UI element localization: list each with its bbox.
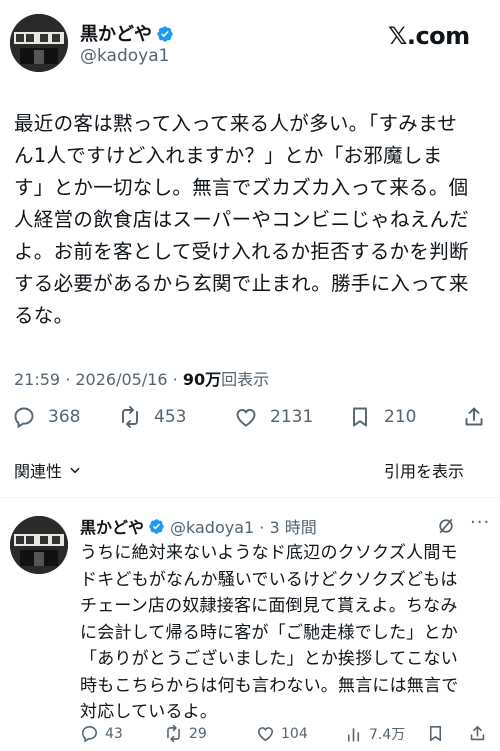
reply-view-count: 7.4万 — [369, 727, 406, 743]
reply-views-button[interactable]: 7.4万 — [344, 724, 405, 744]
reply-text: うちに絶対来ないようなド底辺のクソクズ人間モ ドキどもがなんか騒いでいるけどクソ… — [80, 543, 459, 722]
reply-repost-count: 29 — [189, 725, 207, 742]
heart-icon — [257, 727, 274, 742]
reply-button[interactable]: 368 — [12, 405, 80, 429]
share-icon — [465, 407, 483, 426]
x-logo[interactable]: 𝕏.com — [388, 22, 470, 50]
section-divider — [0, 497, 500, 498]
view-count: 90万 — [182, 370, 222, 389]
reply-header: 黒かどや @kadoya1 · 3 時間 — [80, 514, 317, 538]
like-count: 2131 — [270, 407, 314, 427]
display-name-text[interactable]: 黒かどや — [80, 24, 152, 45]
reply-avatar[interactable] — [10, 516, 68, 574]
heart-icon — [236, 408, 256, 427]
reply-like-count: 104 — [281, 725, 308, 742]
reply-like-button[interactable]: 104 — [256, 724, 308, 743]
tweet-meta: 21:59 · 2026/05/16 · 90万回表示 — [14, 366, 269, 390]
reply-share-button[interactable] — [468, 724, 493, 743]
reply-count: 368 — [48, 407, 81, 427]
view-label: 回表示 — [221, 370, 270, 389]
verified-badge-icon — [157, 26, 173, 42]
verified-badge-icon — [149, 518, 164, 534]
reply-bookmark-button[interactable] — [426, 724, 451, 743]
bookmark-icon — [429, 725, 442, 742]
reply-display-name[interactable]: 黒かどや — [80, 514, 144, 538]
bookmark-icon — [353, 407, 367, 427]
share-icon — [470, 725, 485, 741]
reply-icon — [14, 407, 34, 429]
related-label: 関連性 — [14, 462, 63, 481]
reply-icon — [81, 725, 98, 743]
bookmark-count: 210 — [384, 407, 417, 427]
more-options-icon[interactable]: ··· — [470, 512, 490, 533]
display-name[interactable]: 黒かどや — [80, 20, 174, 46]
grok-icon[interactable] — [436, 516, 456, 536]
avatar[interactable] — [10, 14, 68, 72]
reply-repost-button[interactable]: 29 — [164, 724, 207, 743]
bookmark-button[interactable]: 210 — [348, 405, 416, 429]
view-quotes-link[interactable]: 引用を表示 — [384, 458, 464, 482]
reply-handle-time[interactable]: @kadoya1 · 3 時間 — [170, 514, 317, 538]
tweet-text: 最近の客は黙って入って来る人が多い。「すみませ ん1人ですけど入れますか？」とか… — [14, 112, 470, 327]
share-button[interactable] — [462, 405, 498, 429]
analytics-icon — [347, 727, 360, 742]
repost-button[interactable]: 453 — [118, 405, 186, 429]
related-dropdown[interactable]: 関連性 — [14, 458, 82, 482]
reply-reply-count: 43 — [105, 725, 123, 742]
repost-count: 453 — [154, 407, 187, 427]
tweet-timestamp[interactable]: 21:59 · 2026/05/16 · — [14, 370, 183, 389]
handle[interactable]: @kadoya1 — [80, 46, 169, 66]
like-button[interactable]: 2131 — [234, 405, 313, 429]
reply-reply-button[interactable]: 43 — [80, 724, 123, 743]
chevron-down-icon — [70, 467, 80, 474]
repost-icon — [167, 724, 180, 743]
repost-icon — [122, 406, 138, 428]
